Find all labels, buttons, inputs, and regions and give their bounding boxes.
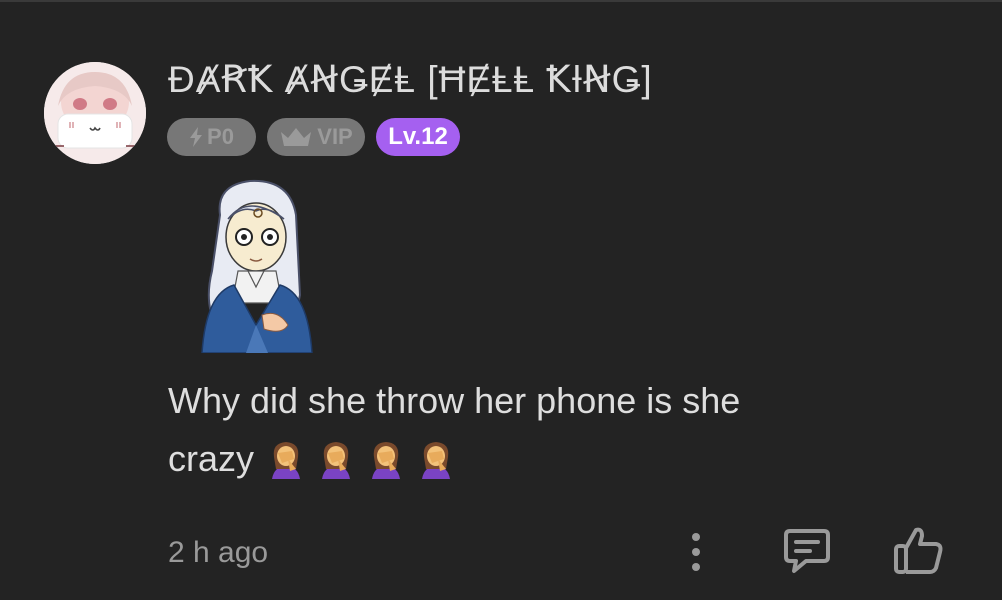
comment-icon xyxy=(784,529,830,573)
divider xyxy=(0,0,1002,2)
like-button[interactable] xyxy=(890,524,946,578)
points-badge: P0 xyxy=(167,118,256,156)
lightning-icon xyxy=(190,127,203,147)
crown-icon xyxy=(281,128,312,146)
more-vertical-icon xyxy=(692,533,700,571)
username[interactable]: ĐȺꞦꝀ ȺꞤǤɆⱠ [ĦɆⱠⱠ ꝀƗꞤǤ] xyxy=(168,58,653,101)
timestamp: 2 h ago xyxy=(168,536,269,569)
facepalm-emoji-icon xyxy=(372,442,401,479)
thumbs-up-icon xyxy=(894,527,943,574)
anime-sticker-image xyxy=(201,179,313,353)
comment-text: Why did she throw her phone is she crazy xyxy=(168,372,808,488)
more-options-button[interactable] xyxy=(680,530,712,574)
reply-button[interactable] xyxy=(780,526,834,576)
emoji-row xyxy=(268,439,454,479)
facepalm-emoji-icon xyxy=(322,442,351,479)
points-label: P0 xyxy=(207,124,234,149)
facepalm-emoji-icon xyxy=(272,442,301,479)
vip-label: VIP xyxy=(317,124,353,149)
avatar-image xyxy=(44,62,146,164)
level-label: Lv.12 xyxy=(388,123,448,150)
avatar[interactable] xyxy=(44,62,146,164)
vip-badge: VIP xyxy=(267,118,365,156)
comment-card: ĐȺꞦꝀ ȺꞤǤɆⱠ [ĦɆⱠⱠ ꝀƗꞤǤ] P0 VIP Lv.12 Why xyxy=(0,0,1002,600)
comment-body: Why did she throw her phone is she crazy xyxy=(168,380,741,479)
level-badge: Lv.12 xyxy=(376,118,460,156)
facepalm-emoji-icon xyxy=(422,442,451,479)
